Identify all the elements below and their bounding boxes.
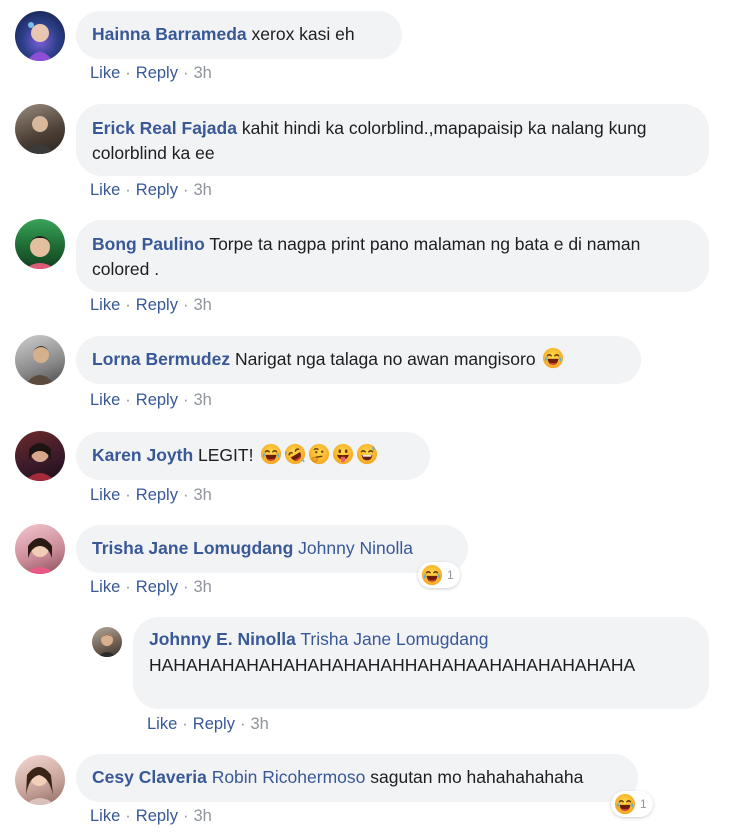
comment-author[interactable]: Lorna Bermudez — [92, 349, 230, 369]
comment-timestamp[interactable]: 3h — [193, 64, 211, 83]
comment-actions: Like · Reply · 3h — [90, 296, 212, 315]
reply-link[interactable]: Reply — [136, 391, 178, 410]
separator: · — [125, 391, 131, 409]
avatar[interactable] — [15, 11, 65, 61]
reply-link[interactable]: Reply — [136, 181, 178, 200]
comment-bubble: Hainna Barrameda xerox kasi eh — [76, 11, 402, 59]
comment-bubble: Johnny E. Ninolla Trisha Jane Lomugdang … — [133, 617, 709, 709]
avatar[interactable] — [15, 104, 65, 154]
comment-bubble: Karen Joyth LEGIT! — [76, 432, 430, 480]
comment-timestamp[interactable]: 3h — [193, 181, 211, 200]
comment-timestamp[interactable]: 3h — [193, 391, 211, 410]
separator: · — [182, 64, 189, 82]
separator: · — [182, 486, 189, 504]
separator: · — [125, 578, 131, 596]
comment-text: Narigat nga talaga no awan mangisoro — [234, 349, 536, 369]
comment-actions: Like · Reply · 3h — [147, 715, 269, 734]
reaction-count: 1 — [447, 568, 454, 582]
comment-actions: Like · Reply · 3h — [90, 486, 212, 505]
separator: · — [182, 391, 189, 409]
like-link[interactable]: Like — [147, 715, 177, 734]
reply-link[interactable]: Reply — [136, 807, 178, 826]
comment-text: HAHAHAHAHAHAHAHAHAHAHHAHAHAAHAHAHAHAHAHA — [149, 655, 636, 675]
separator: · — [182, 807, 189, 825]
like-link[interactable]: Like — [90, 181, 120, 200]
separator: · — [182, 296, 189, 314]
reply-link[interactable]: Reply — [193, 715, 235, 734]
reaction-count: 1 — [640, 797, 647, 811]
comment-timestamp[interactable]: 3h — [193, 807, 211, 826]
comment-timestamp[interactable]: 3h — [250, 715, 268, 734]
comment-timestamp[interactable]: 3h — [193, 296, 211, 315]
face-with-tears-of-joy-icon — [542, 347, 564, 369]
comment-text: LEGIT! — [198, 445, 254, 465]
separator: · — [125, 181, 131, 199]
comment-actions: Like · Reply · 3h — [90, 391, 212, 410]
reaction-badge[interactable]: 1 — [611, 791, 653, 817]
avatar[interactable] — [15, 335, 65, 385]
comment-author[interactable]: Cesy Claveria — [92, 767, 207, 787]
comment-mention[interactable]: Robin Ricohermoso — [212, 767, 366, 787]
comment-author[interactable]: Erick Real Fajada — [92, 118, 237, 138]
avatar[interactable] — [15, 755, 65, 805]
comment-bubble: Bong Paulino Torpe ta nagpa print pano m… — [76, 220, 709, 292]
face-with-tears-of-joy-icon — [260, 443, 282, 465]
reply-link[interactable]: Reply — [136, 578, 178, 597]
like-link[interactable]: Like — [90, 64, 120, 83]
separator: · — [125, 296, 131, 314]
grinning-sweat-icon — [356, 443, 378, 465]
comment-actions: Like · Reply · 3h — [90, 807, 212, 826]
reply-link[interactable]: Reply — [136, 296, 178, 315]
separator: · — [125, 64, 131, 82]
separator: · — [182, 715, 188, 733]
comment-author[interactable]: Karen Joyth — [92, 445, 193, 465]
comment-bubble: Trisha Jane Lomugdang Johnny Ninolla — [76, 525, 468, 573]
avatar[interactable] — [15, 524, 65, 574]
comment-bubble: Cesy Claveria Robin Ricohermoso sagutan … — [76, 754, 638, 802]
separator: · — [239, 715, 246, 733]
face-with-tears-of-joy-icon — [421, 564, 443, 586]
like-link[interactable]: Like — [90, 296, 120, 315]
comment-bubble: Lorna Bermudez Narigat nga talaga no awa… — [76, 336, 641, 384]
like-link[interactable]: Like — [90, 391, 120, 410]
comment-actions: Like · Reply · 3h — [90, 578, 212, 597]
comment-timestamp[interactable]: 3h — [193, 578, 211, 597]
separator: · — [182, 181, 189, 199]
comment-text: xerox kasi eh — [251, 24, 355, 44]
rolling-on-floor-laughing-icon — [284, 443, 306, 465]
reaction-badge[interactable]: 1 — [418, 562, 460, 588]
like-link[interactable]: Like — [90, 486, 120, 505]
like-link[interactable]: Like — [90, 578, 120, 597]
comment-mention[interactable]: Johnny Ninolla — [298, 538, 413, 558]
like-link[interactable]: Like — [90, 807, 120, 826]
comment-author[interactable]: Hainna Barrameda — [92, 24, 247, 44]
comment-actions: Like · Reply · 3h — [90, 181, 212, 200]
face-with-tears-of-joy-icon — [614, 793, 636, 815]
comment-author[interactable]: Johnny E. Ninolla — [149, 629, 296, 649]
comment-timestamp[interactable]: 3h — [193, 486, 211, 505]
thinking-face-icon — [308, 443, 330, 465]
comment-author[interactable]: Bong Paulino — [92, 234, 205, 254]
comment-author[interactable]: Trisha Jane Lomugdang — [92, 538, 293, 558]
separator: · — [182, 578, 189, 596]
comment-text: sagutan mo hahahahahaha — [370, 767, 584, 787]
comment-actions: Like · Reply · 3h — [90, 64, 212, 83]
reply-link[interactable]: Reply — [136, 486, 178, 505]
comment-bubble: Erick Real Fajada kahit hindi ka colorbl… — [76, 104, 709, 176]
face-with-tongue-icon — [332, 443, 354, 465]
comment-mention[interactable]: Trisha Jane Lomugdang — [300, 629, 488, 649]
avatar[interactable] — [92, 627, 122, 657]
avatar[interactable] — [15, 431, 65, 481]
avatar[interactable] — [15, 219, 65, 269]
separator: · — [125, 807, 131, 825]
reply-link[interactable]: Reply — [136, 64, 178, 83]
separator: · — [125, 486, 131, 504]
